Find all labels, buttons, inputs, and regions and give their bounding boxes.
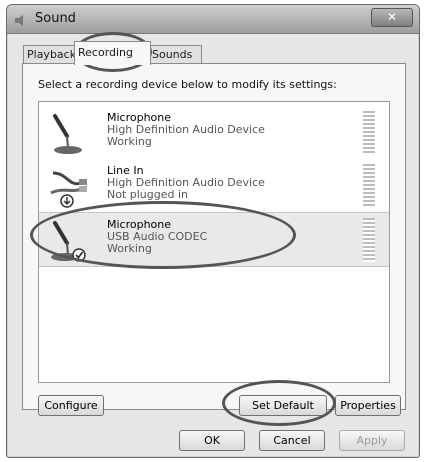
tab-playback[interactable]: Playback — [23, 45, 77, 64]
cancel-button[interactable]: Cancel — [259, 430, 325, 451]
ok-button[interactable]: OK — [179, 430, 245, 451]
tab-playback-label: Playback — [27, 48, 77, 61]
set-default-button[interactable]: Set Default — [239, 395, 327, 416]
device-status: Not plugged in — [107, 188, 189, 201]
instruction-text: Select a recording device below to modif… — [38, 78, 337, 91]
tab-recording-label: Recording — [78, 46, 134, 59]
close-button[interactable]: ✕ — [371, 8, 413, 27]
device-text: Line In High Definition Audio Device Not… — [107, 165, 265, 201]
window-title: Sound — [35, 11, 76, 26]
tab-sounds-label: Sounds — [152, 48, 193, 61]
device-text: Microphone High Definition Audio Device … — [107, 112, 265, 148]
tab-recording[interactable]: Recording — [74, 41, 151, 65]
device-status: Working — [107, 135, 152, 148]
device-item-microphone-usb[interactable]: Microphone USB Audio CODEC Working — [39, 212, 389, 267]
title-bar[interactable]: Sound ✕ — [7, 5, 419, 34]
line-in-cable-icon — [50, 171, 87, 208]
device-item-line-in[interactable]: Line In High Definition Audio Device Not… — [39, 159, 389, 212]
device-status: Working — [107, 242, 152, 255]
close-icon: ✕ — [386, 10, 398, 24]
device-item-microphone-hd[interactable]: Microphone High Definition Audio Device … — [39, 106, 389, 159]
level-meter — [363, 218, 375, 262]
device-text: Microphone USB Audio CODEC Working — [107, 219, 207, 255]
configure-button[interactable]: Configure — [38, 395, 104, 416]
microphone-default-check-icon — [51, 221, 86, 262]
microphone-icon — [53, 114, 82, 154]
speaker-icon — [15, 15, 23, 26]
recording-panel: Select a recording device below to modif… — [22, 63, 406, 416]
tab-sounds[interactable]: Sounds — [148, 45, 202, 64]
sound-dialog: Sound ✕ Playback Recording Sounds Select… — [6, 4, 420, 458]
properties-button[interactable]: Properties — [335, 395, 401, 416]
device-list[interactable]: Microphone High Definition Audio Device … — [38, 101, 390, 383]
level-meter — [363, 164, 375, 208]
level-meter — [363, 111, 375, 155]
apply-button[interactable]: Apply — [339, 430, 405, 451]
